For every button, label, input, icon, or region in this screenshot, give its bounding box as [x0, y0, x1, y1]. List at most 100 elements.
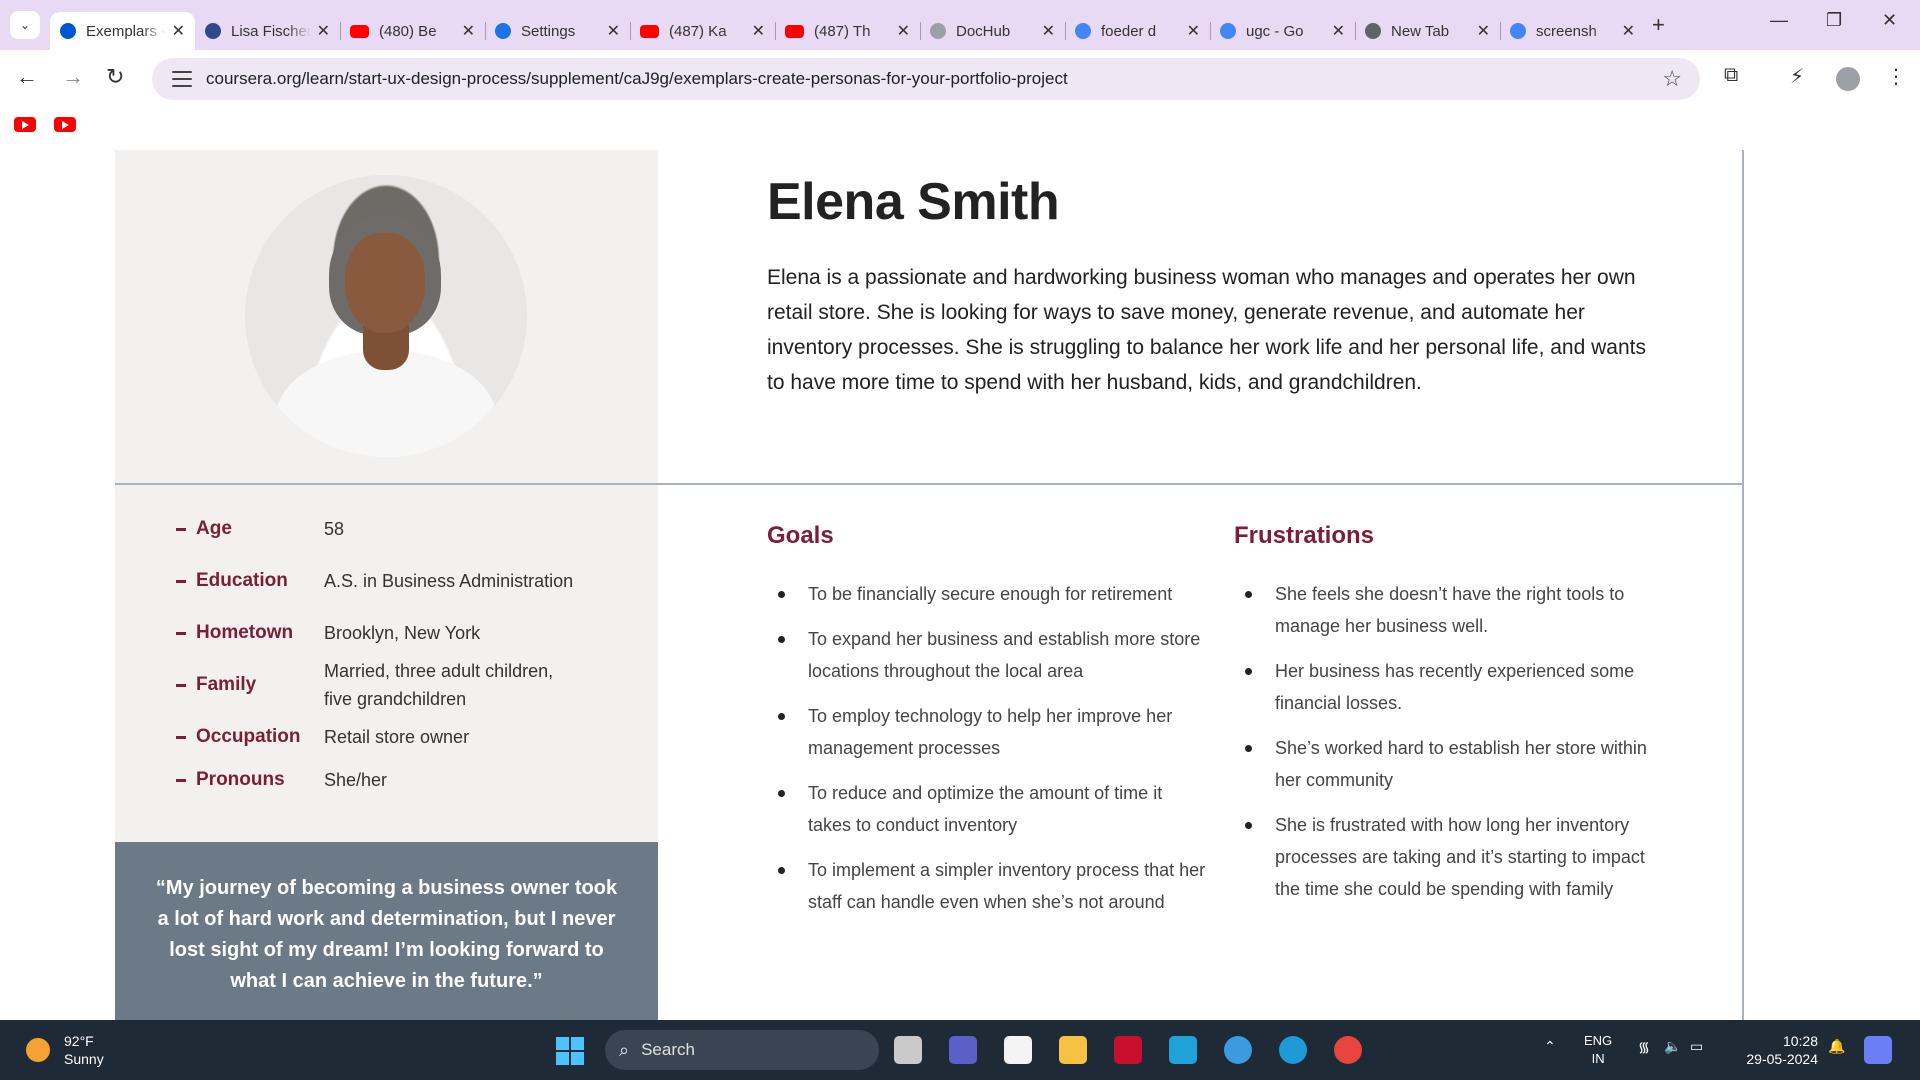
forward-button[interactable]: → [62, 64, 84, 90]
minimize-button[interactable]: — [1770, 10, 1788, 31]
tab-title: ugc - Go [1246, 22, 1304, 40]
wifi-icon[interactable]: ᯾ [1638, 1038, 1650, 1057]
tray-chevron-icon[interactable]: ⌃ [1544, 1038, 1556, 1055]
menu-icon[interactable]: ⋮ [1886, 64, 1906, 89]
file-explorer-icon[interactable] [1059, 1036, 1087, 1064]
browser-tab[interactable]: Lisa Fischer ✕ [195, 12, 340, 50]
browser-tab[interactable]: ugc - Go ✕ [1210, 12, 1355, 50]
detail-value: Brooklyn, New York [324, 623, 481, 643]
goals-heading: Goals [767, 522, 834, 549]
edge-icon[interactable] [1279, 1036, 1307, 1064]
bookmarks-bar [0, 108, 1920, 142]
start-button[interactable] [556, 1037, 584, 1065]
tab-title: DocHub [956, 22, 1011, 40]
tab-close-icon[interactable]: ✕ [462, 21, 475, 41]
goal-item: To reduce and optimize the amount of tim… [767, 777, 1207, 841]
youtube-bookmark-icon[interactable] [14, 117, 36, 132]
restore-button[interactable]: ❐ [1826, 10, 1842, 31]
goal-item: To be financially secure enough for reti… [767, 578, 1207, 610]
system-clock[interactable]: 10:28 29-05-2024 [1738, 1032, 1818, 1068]
frustration-item: Her business has recently experienced so… [1234, 655, 1654, 719]
browser-tab[interactable]: (487) Ka ✕ [630, 12, 775, 50]
browser-tab[interactable]: New Tab ✕ [1355, 12, 1500, 50]
detail-row: Hometown Brooklyn, New York [176, 610, 626, 656]
weather-temp: 92°F [64, 1033, 94, 1049]
tab-close-icon[interactable]: ✕ [897, 21, 910, 41]
search-icon: ⌕ [619, 1039, 630, 1060]
tab-close-icon[interactable]: ✕ [1477, 21, 1490, 41]
copilot-icon[interactable] [1864, 1036, 1892, 1064]
right-border [1742, 150, 1744, 1020]
lang-region: IN [1591, 1051, 1605, 1066]
detail-label-text: Occupation [196, 726, 301, 747]
reload-button[interactable]: ↻ [106, 64, 124, 90]
tab-close-icon[interactable]: ✕ [317, 21, 330, 41]
extensions-icon[interactable]: ⧉ [1724, 64, 1738, 87]
tab-close-icon[interactable]: ✕ [752, 21, 765, 41]
tab-close-icon[interactable]: ✕ [607, 21, 620, 41]
store-icon[interactable] [1004, 1036, 1032, 1064]
browser-tab[interactable]: DocHub ✕ [920, 12, 1065, 50]
tab-close-icon[interactable]: ✕ [1187, 21, 1200, 41]
battery-icon[interactable]: ▭ [1690, 1038, 1703, 1055]
tab-close-icon[interactable]: ✕ [1332, 21, 1345, 41]
tab-close-icon[interactable]: ✕ [172, 21, 185, 41]
weather-desc: Sunny [64, 1051, 104, 1067]
close-window-button[interactable]: ✕ [1882, 10, 1897, 31]
tab-search-button[interactable]: ⌄ [10, 11, 40, 39]
taskbar-search[interactable]: ⌕ Search [605, 1030, 879, 1070]
dash-icon [176, 579, 186, 583]
detail-row: Pronouns She/her [176, 760, 626, 800]
detail-value: Retail store owner [324, 727, 470, 747]
google-icon [1510, 23, 1526, 39]
windows-taskbar: 92°F Sunny ⌕ Search ⌃ ENG IN ᯾ 🔈 ▭ 10:28… [0, 1020, 1920, 1080]
detail-row: Education A.S. in Business Administration [176, 552, 626, 610]
dash-icon [176, 683, 186, 687]
chevron-down-icon: ⌄ [19, 18, 31, 32]
notification-bell-icon[interactable]: 🔔 [1828, 1038, 1845, 1055]
goals-list: To be financially secure enough for reti… [767, 578, 1207, 931]
quote-text: “My journey of becoming a business owner… [155, 877, 618, 992]
youtube-icon [640, 24, 659, 38]
chrome-icon[interactable] [1334, 1036, 1362, 1064]
goal-item: To expand her business and establish mor… [767, 623, 1207, 687]
volume-icon[interactable]: 🔈 [1664, 1038, 1681, 1055]
dash-icon [176, 631, 186, 635]
tab-title: (487) Th [814, 22, 871, 40]
browser-tab[interactable]: screensh ✕ [1500, 12, 1645, 50]
url-text[interactable]: coursera.org/learn/start-ux-design-proce… [206, 69, 1068, 89]
site-settings-icon[interactable] [172, 69, 192, 89]
detail-label-text: Pronouns [196, 769, 285, 790]
new-tab-button[interactable]: + [1652, 12, 1665, 38]
back-button[interactable]: ← [16, 64, 38, 90]
detail-label-text: Hometown [196, 622, 294, 643]
weather-widget[interactable]: 92°F Sunny [26, 1032, 104, 1068]
detail-value: 58 [324, 519, 345, 539]
hp-icon[interactable] [1169, 1036, 1197, 1064]
language-indicator[interactable]: ENG IN [1584, 1032, 1612, 1068]
gear-icon [495, 23, 511, 39]
youtube-bookmark-icon[interactable] [54, 117, 76, 132]
tab-close-icon[interactable]: ✕ [1042, 21, 1055, 41]
tab-close-icon[interactable]: ✕ [1622, 21, 1635, 41]
browser-tab[interactable]: Exemplars - Create personas ✕ [50, 12, 195, 50]
browser-tab[interactable]: (480) Be ✕ [340, 12, 485, 50]
browser-tab[interactable]: foeder d ✕ [1065, 12, 1210, 50]
bookmark-star-icon[interactable]: ☆ [1662, 66, 1682, 92]
persona-bio: Elena is a passionate and hardworking bu… [767, 266, 1646, 394]
performance-icon[interactable]: ⚡ [1790, 64, 1804, 89]
dash-icon [176, 778, 186, 782]
mcafee-icon[interactable] [1114, 1036, 1142, 1064]
lang-code: ENG [1584, 1033, 1613, 1048]
detail-row: Family Married, three adult children, fiv… [176, 656, 626, 714]
tab-title: (487) Ka [669, 22, 727, 40]
address-bar[interactable]: coursera.org/learn/start-ux-design-proce… [152, 58, 1700, 100]
browser-tab[interactable]: (487) Th ✕ [775, 12, 920, 50]
teams-icon[interactable] [949, 1036, 977, 1064]
frustration-item: She is frustrated with how long her inve… [1234, 809, 1654, 905]
browser-tab[interactable]: Settings ✕ [485, 12, 630, 50]
help-icon[interactable] [1224, 1036, 1252, 1064]
profile-avatar[interactable] [1836, 67, 1860, 91]
task-view-icon[interactable] [894, 1036, 922, 1064]
detail-label-text: Family [196, 674, 257, 695]
